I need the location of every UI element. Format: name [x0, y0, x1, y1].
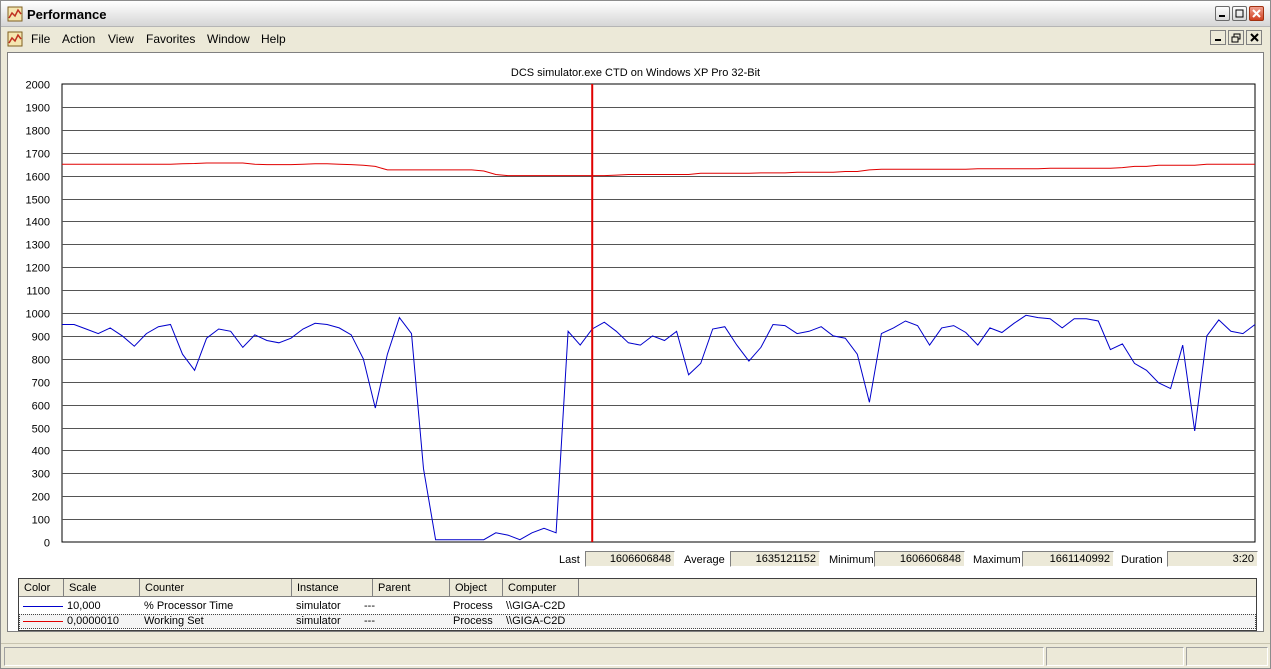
status-panel-3 — [1186, 647, 1268, 666]
last-label: Last — [559, 554, 580, 566]
maximize-button[interactable] — [1232, 6, 1247, 21]
maximize-icon — [1235, 9, 1244, 18]
menu-file[interactable]: File — [31, 32, 50, 46]
legend-row[interactable]: 10,000 % Processor Time simulator --- Pr… — [19, 599, 1256, 614]
computer-cell: \\GIGA-C2D — [506, 600, 566, 612]
close-icon — [1252, 9, 1261, 18]
y-tick-label: 300 — [32, 469, 50, 481]
counter-cell: Working Set — [144, 615, 204, 627]
system-monitor-pane[interactable]: DCS simulator.exe CTD on Windows XP Pro … — [7, 52, 1264, 632]
child-restore-button[interactable] — [1228, 30, 1244, 45]
performance-graph[interactable]: 0 100 200 300 400 500 600 700 800 900 1000 1100 1200… — [8, 53, 1265, 550]
status-bar — [1, 643, 1270, 668]
instance-cell: simulator — [296, 600, 341, 612]
col-computer[interactable]: Computer — [503, 579, 579, 597]
y-tick-label: 900 — [32, 332, 50, 344]
child-minimize-button[interactable] — [1210, 30, 1226, 45]
y-tick-label: 2000 — [26, 80, 50, 92]
menu-favorites[interactable]: Favorites — [146, 32, 195, 46]
duration-label: Duration — [1121, 554, 1163, 566]
y-tick-label: 200 — [32, 492, 50, 504]
y-tick-label: 1300 — [26, 240, 50, 252]
menu-action[interactable]: Action — [62, 32, 95, 46]
instance-cell: simulator — [296, 615, 341, 627]
computer-cell: \\GIGA-C2D — [506, 615, 566, 627]
counter-legend[interactable]: Color Scale Counter Instance Parent Obje… — [18, 578, 1257, 631]
last-value: 1606606848 — [585, 551, 675, 567]
col-object[interactable]: Object — [450, 579, 503, 597]
col-parent[interactable]: Parent — [373, 579, 450, 597]
y-tick-label: 1100 — [26, 286, 50, 298]
performance-app-icon — [7, 6, 23, 22]
legend-header: Color Scale Counter Instance Parent Obje… — [19, 579, 1256, 597]
y-tick-label: 1400 — [26, 217, 50, 229]
maximum-value: 1661140992 — [1022, 551, 1114, 567]
scale-cell: 10,000 — [67, 600, 101, 612]
series-color-swatch — [23, 621, 63, 622]
y-tick-label: 1900 — [26, 103, 50, 115]
col-scale[interactable]: Scale — [64, 579, 140, 597]
menu-help[interactable]: Help — [261, 32, 286, 46]
title-bar[interactable]: Performance — [1, 1, 1270, 27]
minimize-icon — [1214, 39, 1221, 41]
maximum-label: Maximum — [973, 554, 1021, 566]
average-label: Average — [684, 554, 725, 566]
y-tick-label: 1800 — [26, 126, 50, 138]
col-color[interactable]: Color — [19, 579, 64, 597]
close-icon — [1249, 33, 1259, 42]
object-cell: Process — [453, 615, 493, 627]
series-color-swatch — [23, 606, 63, 607]
restore-icon — [1231, 33, 1241, 42]
minimum-value: 1606606848 — [874, 551, 965, 567]
menu-bar: File Action View Favorites Window Help — [1, 28, 1270, 50]
value-bar: Last 1606606848 Average 1635121152 Minim… — [8, 550, 1265, 572]
y-tick-label: 1200 — [26, 263, 50, 275]
y-tick-label: 1600 — [26, 172, 50, 184]
object-cell: Process — [453, 600, 493, 612]
y-tick-label: 600 — [32, 401, 50, 413]
status-panel-main — [4, 647, 1044, 666]
y-tick-label: 800 — [32, 355, 50, 367]
parent-cell: --- — [364, 615, 375, 627]
menu-view[interactable]: View — [108, 32, 134, 46]
y-tick-label: 700 — [32, 378, 50, 390]
y-tick-label: 1700 — [26, 149, 50, 161]
menu-window[interactable]: Window — [207, 32, 250, 46]
counter-cell: % Processor Time — [144, 600, 234, 612]
y-tick-label: 500 — [32, 424, 50, 436]
scale-cell: 0,0000010 — [67, 615, 119, 627]
close-button[interactable] — [1249, 6, 1264, 21]
y-tick-label: 0 — [44, 538, 50, 550]
duration-value: 3:20 — [1167, 551, 1258, 567]
parent-cell: --- — [364, 600, 375, 612]
minimum-label: Minimum — [829, 554, 874, 566]
minimize-button[interactable] — [1215, 6, 1230, 21]
col-instance[interactable]: Instance — [292, 579, 373, 597]
mmc-document-icon[interactable] — [7, 31, 23, 47]
y-tick-label: 400 — [32, 446, 50, 458]
performance-window: Performance File Action View Favorites W… — [0, 0, 1271, 669]
average-value: 1635121152 — [730, 551, 820, 567]
y-tick-label: 1000 — [26, 309, 50, 321]
y-tick-label: 1500 — [26, 195, 50, 207]
y-tick-label: 100 — [32, 515, 50, 527]
window-title: Performance — [27, 7, 107, 22]
legend-row-selected[interactable]: 0,0000010 Working Set simulator --- Proc… — [19, 614, 1256, 629]
minimize-icon — [1219, 15, 1225, 17]
child-close-button[interactable] — [1246, 30, 1262, 45]
col-counter[interactable]: Counter — [140, 579, 292, 597]
status-panel-2 — [1046, 647, 1184, 666]
